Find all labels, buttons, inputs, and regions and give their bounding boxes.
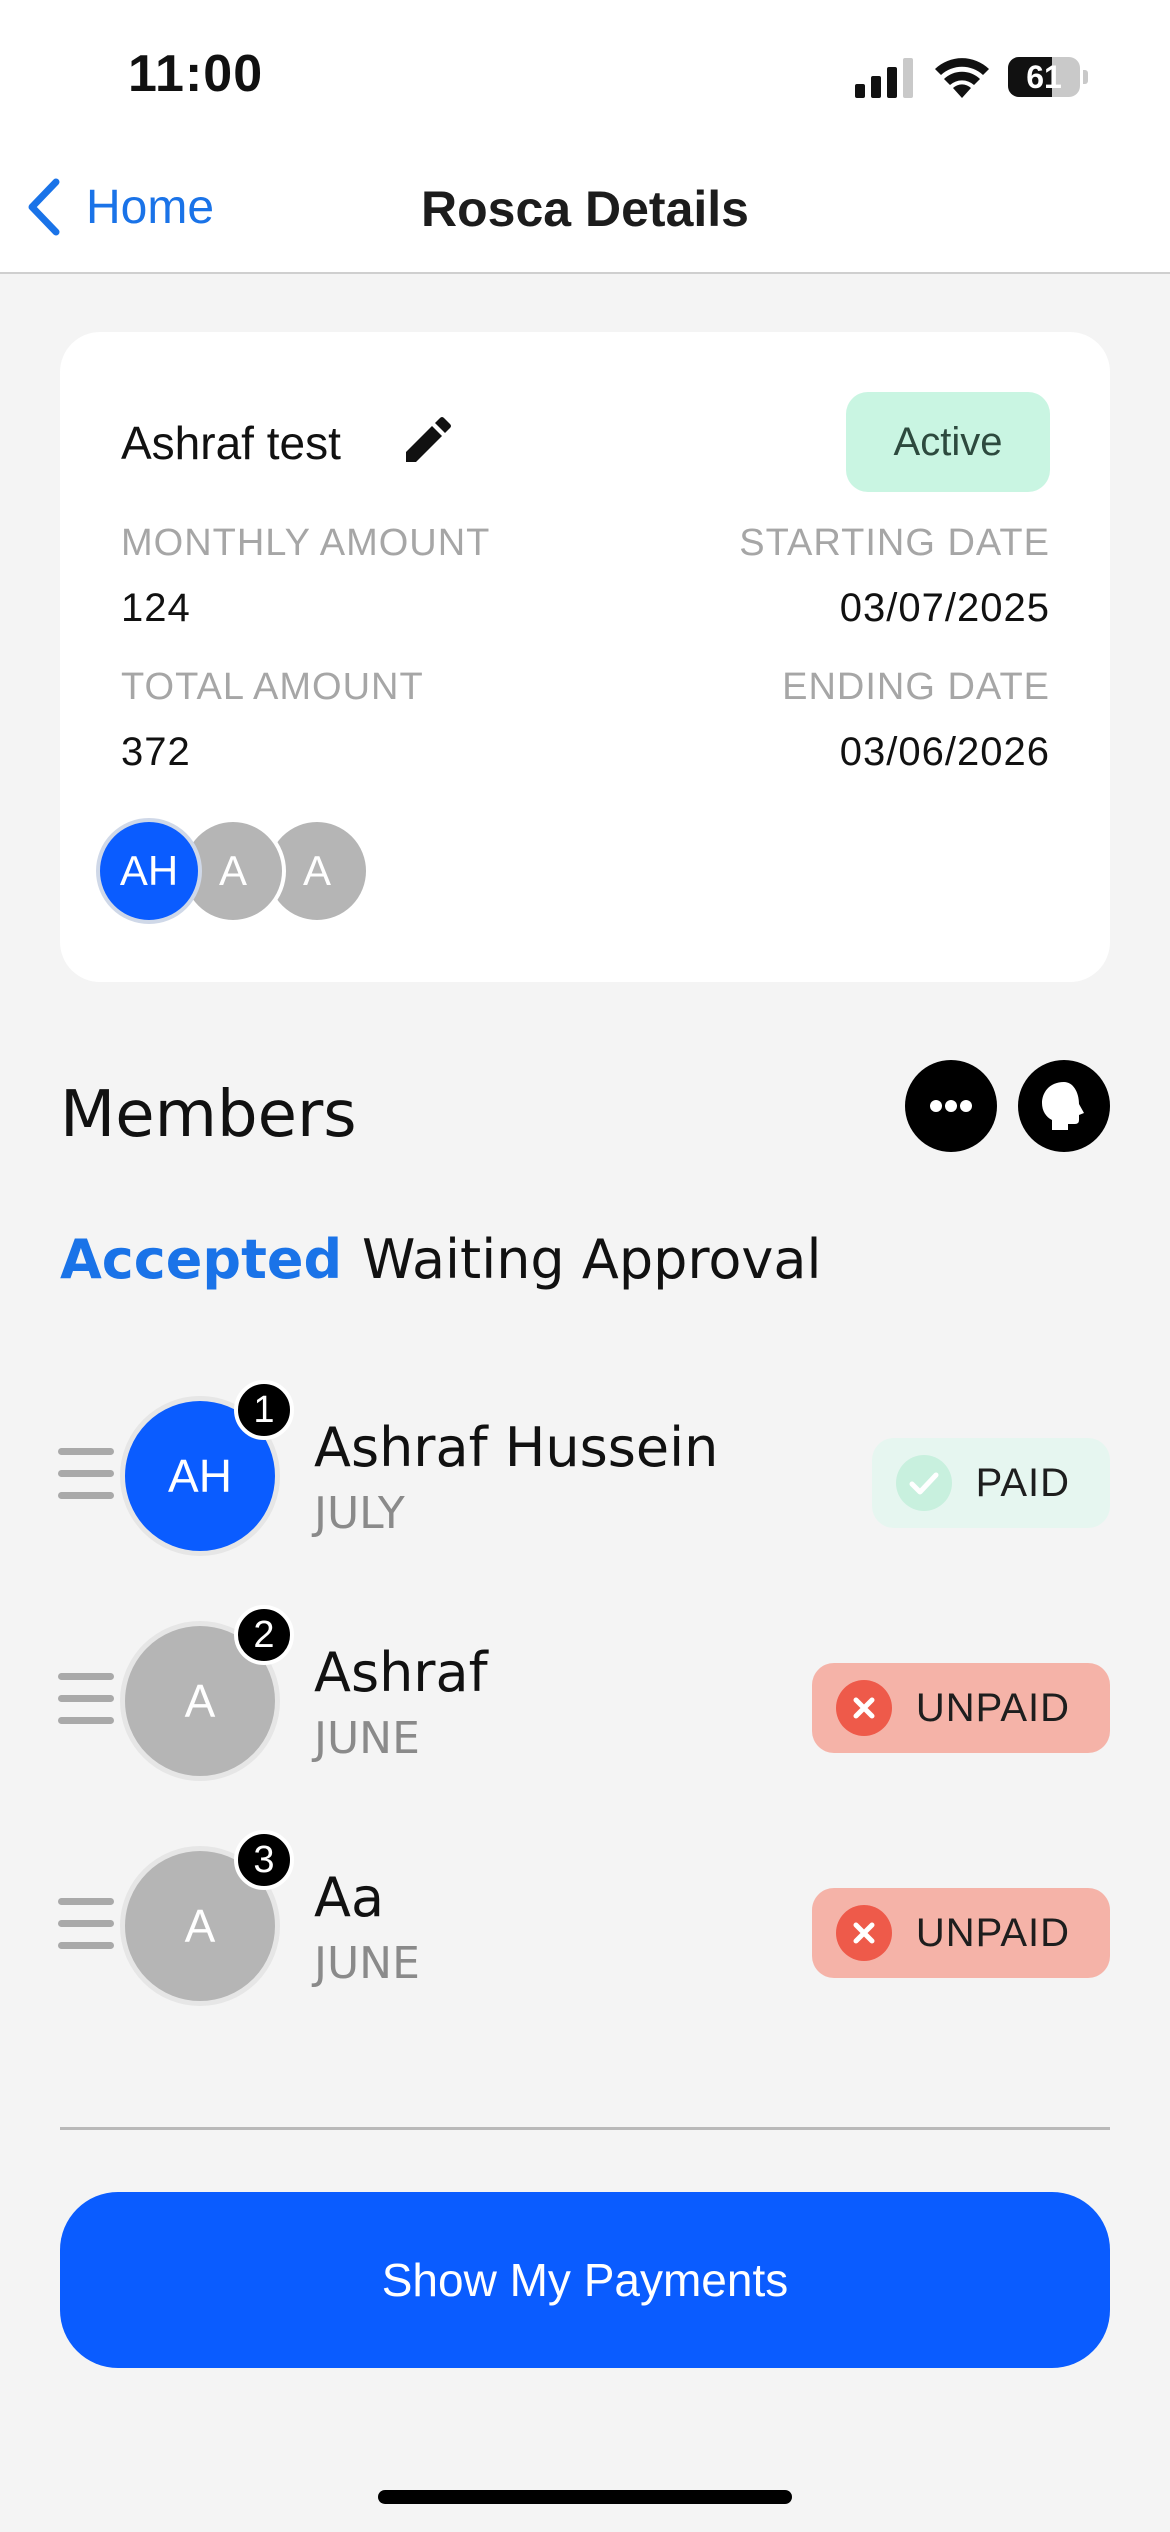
total-amount-label: TOTAL AMOUNT	[121, 666, 424, 708]
tab-waiting-approval[interactable]: Waiting Approval	[362, 1228, 821, 1291]
member-month: JUNE	[314, 1713, 420, 1764]
payment-status-label: UNPAID	[915, 1910, 1070, 1955]
drag-handle-icon[interactable]	[58, 1448, 114, 1500]
rosca-name: Ashraf test	[121, 417, 341, 469]
total-amount-value: 372	[121, 730, 191, 774]
member-row[interactable]: AH 1 Ashraf Hussein JULY PAID	[0, 1370, 1170, 1556]
rosca-summary-card: Ashraf test Active MONTHLY AMOUNT 124 ST…	[60, 332, 1110, 982]
more-options-button[interactable]	[905, 1060, 997, 1152]
status-time: 11:00	[128, 45, 264, 103]
battery-level: 61	[1026, 59, 1062, 95]
home-indicator	[378, 2490, 792, 2504]
monthly-amount-value: 124	[121, 586, 191, 630]
more-horizontal-icon	[930, 1100, 972, 1112]
battery-icon: 61	[1008, 57, 1088, 97]
pencil-icon[interactable]	[400, 414, 454, 468]
member-avatar-stack: A A AH	[96, 818, 396, 924]
monthly-amount-label: MONTHLY AMOUNT	[121, 522, 491, 564]
navigation-bar: Home Rosca Details	[0, 150, 1170, 274]
show-my-payments-button[interactable]: Show My Payments	[60, 2192, 1110, 2368]
order-badge: 3	[234, 1830, 294, 1890]
payment-status-label: UNPAID	[915, 1685, 1070, 1730]
member-month: JULY	[314, 1488, 405, 1539]
page-title: Rosca Details	[421, 181, 749, 237]
wifi-icon	[935, 58, 989, 98]
avatar: AH	[96, 818, 202, 924]
order-badge: 2	[234, 1605, 294, 1665]
starting-date-label: STARTING DATE	[739, 522, 1050, 564]
starting-date-value: 03/07/2025	[839, 586, 1050, 630]
members-heading: Members	[60, 1078, 357, 1152]
drag-handle-icon[interactable]	[58, 1898, 114, 1950]
x-circle-icon	[835, 1680, 892, 1736]
signal-icon	[855, 58, 913, 98]
tab-accepted[interactable]: Accepted	[60, 1228, 342, 1291]
member-row[interactable]: A 3 Aa JUNE UNPAID	[0, 1820, 1170, 2006]
payment-status-badge[interactable]: UNPAID	[811, 1663, 1110, 1753]
x-circle-icon	[835, 1905, 892, 1961]
payment-status-label: PAID	[975, 1460, 1070, 1505]
check-circle-icon	[895, 1455, 952, 1511]
status-badge: Active	[846, 392, 1050, 492]
payment-status-badge[interactable]: UNPAID	[811, 1888, 1110, 1978]
order-badge: 1	[234, 1380, 294, 1440]
drag-handle-icon[interactable]	[58, 1673, 114, 1725]
member-month: JUNE	[314, 1938, 420, 1989]
ending-date-label: ENDING DATE	[782, 666, 1050, 708]
member-name: Aa	[314, 1866, 385, 1929]
status-bar: 11:00 61	[0, 0, 1170, 150]
profile-button[interactable]	[1018, 1060, 1110, 1152]
divider	[60, 2127, 1110, 2130]
head-profile-icon	[1042, 1082, 1084, 1130]
member-name: Ashraf Hussein	[314, 1416, 719, 1479]
member-row[interactable]: A 2 Ashraf JUNE UNPAID	[0, 1595, 1170, 1781]
payment-status-badge[interactable]: PAID	[871, 1438, 1110, 1528]
member-name: Ashraf	[314, 1641, 488, 1704]
ending-date-value: 03/06/2026	[839, 730, 1050, 774]
